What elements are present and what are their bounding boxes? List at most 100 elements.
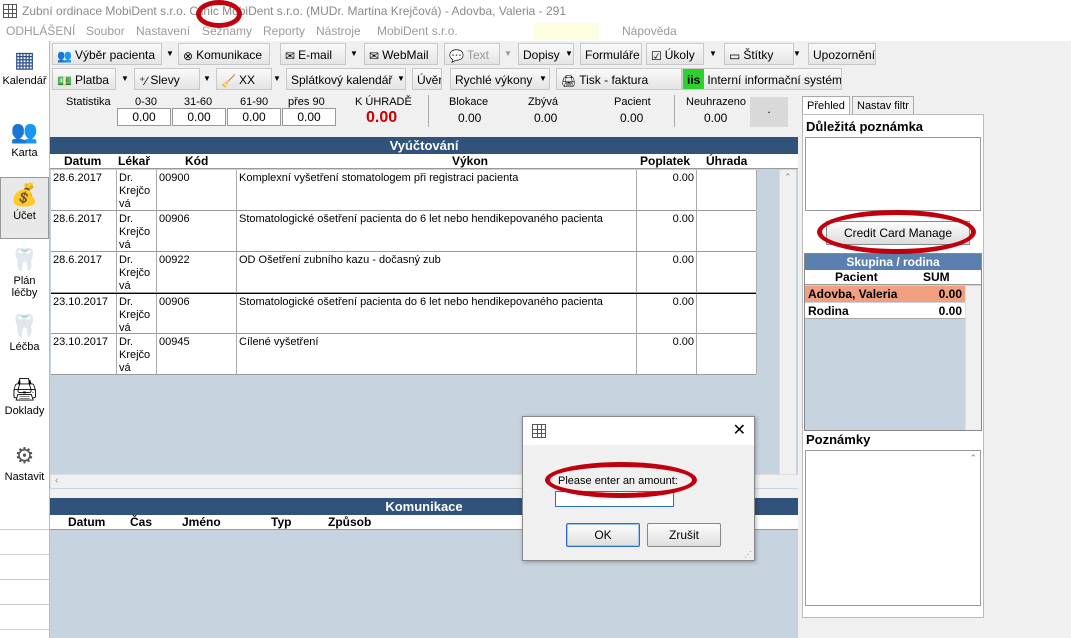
billing-vertical-scrollbar[interactable]: ⌃: [779, 170, 796, 474]
col-lekar[interactable]: Lékař: [118, 154, 150, 168]
col-uhrada[interactable]: Úhrada: [706, 154, 747, 168]
percent-icon: ⁺∕: [139, 73, 148, 88]
quick-procedures-dropdown[interactable]: ▼: [536, 68, 550, 90]
sidebar-item-calendar[interactable]: ▦ Kalendář: [0, 45, 49, 87]
menu-nastroje[interactable]: Nástroje: [316, 22, 361, 41]
blocking-label: Blokace: [449, 96, 489, 108]
notes-scroll-up-icon[interactable]: ⌃: [969, 453, 977, 464]
group-row-family[interactable]: Rodina 0.00: [805, 303, 965, 319]
menu-reporty[interactable]: Reporty: [263, 22, 305, 41]
col-comm-cas[interactable]: Čas: [130, 515, 152, 529]
group-family-title: Skupina / rodina: [805, 254, 981, 270]
cell-lekar: Dr. Krejčo vá: [117, 334, 157, 374]
menu-nastaveni[interactable]: Nastavení: [136, 22, 190, 41]
stats-gray-button[interactable]: .: [750, 97, 788, 127]
notes-box[interactable]: ⌃: [805, 450, 981, 606]
xx-button[interactable]: 🧹 XX: [216, 68, 272, 90]
email-dropdown[interactable]: ▼: [347, 43, 361, 65]
internal-info-system-button[interactable]: iis Interní informační systém: [682, 68, 842, 90]
col-comm-datum[interactable]: Datum: [68, 515, 105, 529]
forms-button[interactable]: Formuláře: [580, 43, 642, 65]
calendar-icon: ▦: [14, 47, 35, 72]
close-icon[interactable]: ✕: [733, 420, 746, 440]
col-comm-jmeno[interactable]: Jméno: [182, 515, 221, 529]
group-scrollbar[interactable]: [965, 286, 981, 430]
col-datum[interactable]: Datum: [64, 154, 101, 168]
table-row[interactable]: 28.6.2017 Dr. Krejčo vá 00906 Stomatologick…: [51, 211, 757, 252]
table-row[interactable]: 28.6.2017 Dr. Krejčo vá 00900 Komplexní vyš…: [51, 170, 757, 211]
tab-filter[interactable]: Nastav filtr: [852, 96, 914, 114]
tab-overview[interactable]: Přehled: [802, 96, 850, 114]
col-vykon[interactable]: Výkon: [452, 154, 488, 168]
group-family-panel: Skupina / rodina Pacient SUM Adovba, Val…: [804, 253, 982, 431]
installment-calendar-button[interactable]: Splátkový kalendář: [286, 68, 406, 90]
money-stack-icon: 💰: [10, 182, 39, 207]
stats-header-31-60: 31-60: [184, 96, 213, 108]
menu-odhlaseni[interactable]: ODHLÁŠENÍ: [6, 22, 75, 41]
table-row[interactable]: 23.10.2017 Dr. Krejčo vá 00945 Cílené vyšet…: [51, 334, 757, 375]
menu-blank-field: [533, 23, 599, 40]
payment-dropdown[interactable]: ▼: [118, 68, 132, 90]
billing-column-header: Datum Lékař Kód Výkon Poplatek Úhrada: [50, 154, 798, 169]
alerts-button[interactable]: Upozornění: [808, 43, 876, 65]
ok-button[interactable]: OK: [566, 523, 640, 547]
amount-due-label: K ÚHRADĚ: [355, 96, 412, 108]
labels-dropdown[interactable]: ▼: [790, 43, 804, 65]
menu-napoveda[interactable]: Nápověda: [622, 22, 677, 41]
col-poplatek[interactable]: Poplatek: [640, 154, 690, 168]
table-row[interactable]: 28.6.2017 Dr. Krejčo vá 00922 OD Ošetření z…: [51, 252, 757, 293]
menu-mobident[interactable]: MobiDent s.r.o.: [377, 22, 458, 41]
tasks-dropdown[interactable]: ▼: [706, 43, 720, 65]
toolbar-billing: 💵 Platba ▼ ⁺∕ Slevy ▼ 🧹 XX ▼ Splátkový kale…: [50, 67, 1071, 91]
sidebar-item-card[interactable]: 👥 Karta: [0, 117, 49, 159]
tasks-button[interactable]: ☑ Úkoly: [646, 43, 704, 65]
annotation-oval-clinic: [196, 0, 242, 28]
labels-button[interactable]: ▭ Štítky: [724, 43, 794, 65]
text-button[interactable]: 💬 Text: [444, 43, 500, 65]
sidebar-item-treatment-plan[interactable]: 🦷 Plán léčby: [0, 245, 49, 299]
discounts-button[interactable]: ⁺∕ Slevy: [134, 68, 200, 90]
quick-procedures-button[interactable]: Rychlé výkony: [450, 68, 550, 90]
sidebar-item-account[interactable]: 💰 Účet: [0, 177, 49, 239]
cancel-button[interactable]: Zrušit: [647, 523, 721, 547]
annotation-oval-prompt: [545, 462, 697, 498]
cell-poplatek: 0.00: [637, 294, 697, 334]
col-comm-typ[interactable]: Typ: [271, 515, 291, 529]
sidebar-item-documents[interactable]: 🖨 Doklady: [0, 375, 49, 417]
cell-uhrada: [697, 294, 757, 334]
cell-datum: 28.6.2017: [51, 170, 117, 210]
menu-soubor[interactable]: Soubor: [86, 22, 125, 41]
scroll-left-icon[interactable]: ‹: [55, 475, 58, 486]
patient-select-button[interactable]: 👥 Výběr pacienta: [52, 43, 162, 65]
envelope-icon: ✉: [285, 48, 296, 63]
credit-button[interactable]: Úvěr: [412, 68, 442, 90]
col-group-patient[interactable]: Pacient: [835, 270, 878, 284]
resize-grip-icon[interactable]: ⋰: [744, 550, 752, 559]
xx-dropdown[interactable]: ▼: [270, 68, 284, 90]
text-dropdown[interactable]: ▼: [501, 43, 515, 65]
col-comm-zpusob[interactable]: Způsob: [328, 515, 371, 529]
email-button[interactable]: ✉ E-mail: [280, 43, 346, 65]
webmail-button[interactable]: ✉ WebMail: [364, 43, 438, 65]
discounts-dropdown[interactable]: ▼: [200, 68, 214, 90]
sidebar-item-treatment[interactable]: 🦷 Léčba: [0, 311, 49, 353]
stats-divider-2: [674, 95, 675, 127]
group-row-patient-name: Adovba, Valeria: [808, 287, 898, 301]
billing-title: Vyúčtování: [50, 137, 798, 154]
important-note-box[interactable]: [805, 137, 981, 211]
scroll-up-icon[interactable]: ⌃: [784, 172, 792, 183]
col-group-sum[interactable]: SUM: [923, 270, 950, 284]
table-row[interactable]: 23.10.2017 Dr. Krejčo vá 00906 Stomatologic…: [51, 293, 757, 334]
sidebar-item-settings[interactable]: ⚙ Nastavit: [0, 441, 49, 483]
patient-select-dropdown[interactable]: ▼: [163, 43, 177, 65]
installment-dropdown[interactable]: ▼: [394, 68, 408, 90]
col-kod[interactable]: Kód: [185, 154, 208, 168]
window-title: Zubní ordinace MobiDent s.r.o. Clinic Mo…: [22, 4, 567, 18]
print-invoice-button[interactable]: 🖨 Tisk - faktura: [556, 68, 682, 90]
stats-header-0-30: 0-30: [135, 96, 158, 108]
payment-button[interactable]: 💵 Platba: [52, 68, 116, 90]
communication-button[interactable]: ⊗ Komunikace: [178, 43, 270, 65]
cell-uhrada: [697, 334, 757, 374]
letters-dropdown[interactable]: ▼: [562, 43, 576, 65]
group-row-patient[interactable]: Adovba, Valeria 0.00: [805, 286, 965, 302]
